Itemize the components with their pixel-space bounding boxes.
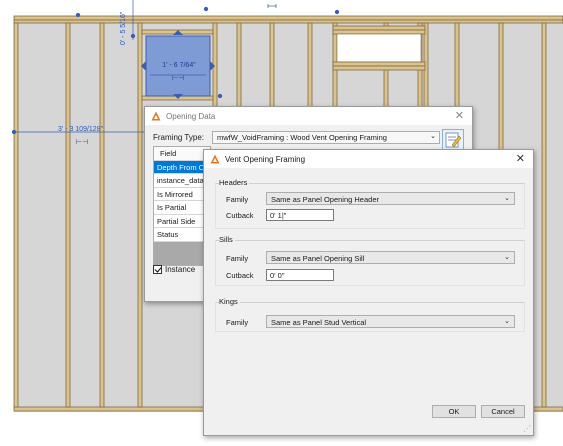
kings-family-label: Family bbox=[226, 318, 249, 327]
instance-checkbox[interactable] bbox=[153, 265, 162, 274]
chevron-down-icon: ⌄ bbox=[430, 133, 436, 140]
framing-type-label: Framing Type: bbox=[153, 133, 204, 142]
sills-family-label: Family bbox=[226, 254, 249, 263]
close-icon[interactable]: ✕ bbox=[455, 109, 464, 122]
close-icon[interactable]: ✕ bbox=[516, 152, 525, 165]
dimension-grip-icon[interactable]: ⊢⊣ bbox=[76, 138, 88, 146]
top-plate-double bbox=[13, 19, 563, 24]
sills-legend: Sills bbox=[219, 235, 235, 244]
grid-row[interactable]: instance_data bbox=[154, 174, 210, 188]
grid-row-selected[interactable]: Depth From Cent bbox=[154, 160, 210, 174]
framing-type-row: Framing Type: mwfW_VoidFraming : Wood Ve… bbox=[153, 131, 440, 144]
kings-legend: Kings bbox=[219, 297, 240, 306]
grid-row[interactable]: Is Partial bbox=[154, 201, 210, 215]
top-plate bbox=[13, 15, 563, 21]
cancel-button[interactable]: Cancel bbox=[481, 405, 525, 418]
opening-grip-icon[interactable]: ⊢⊣ bbox=[172, 74, 184, 82]
instance-label: Instance bbox=[165, 265, 196, 274]
sills-cutback-input[interactable]: 0' 0" bbox=[266, 269, 334, 281]
headers-family-select[interactable]: Same as Panel Opening Header ⌄ bbox=[266, 192, 515, 205]
instance-checkbox-row[interactable]: Instance bbox=[153, 265, 195, 274]
app-logo-icon bbox=[151, 111, 161, 121]
sills-family-value: Same as Panel Opening Sill bbox=[271, 253, 365, 263]
vent-opening-framing-dialog: Vent Opening Framing ✕ Headers Family Sa… bbox=[203, 149, 534, 436]
grid-row[interactable]: Is Mirrored bbox=[154, 188, 210, 201]
framing-type-value: mwfW_VoidFraming : Wood Vent Opening Fra… bbox=[216, 133, 387, 142]
grid-empty-area bbox=[154, 242, 210, 265]
framing-type-select[interactable]: mwfW_VoidFraming : Wood Vent Opening Fra… bbox=[211, 131, 440, 144]
headers-family-value: Same as Panel Opening Header bbox=[271, 194, 379, 204]
headers-family-label: Family bbox=[226, 195, 249, 204]
vent-dialog-titlebar[interactable]: Vent Opening Framing ✕ bbox=[204, 150, 533, 168]
headers-group: Headers bbox=[215, 178, 525, 229]
app-logo-icon bbox=[210, 154, 220, 164]
window-opening bbox=[332, 25, 426, 71]
grid-header: Field bbox=[154, 147, 210, 161]
sills-family-select[interactable]: Same as Panel Opening Sill ⌄ bbox=[266, 251, 515, 264]
opening-data-titlebar[interactable]: Opening Data ✕ bbox=[145, 107, 472, 125]
edit-framing-button[interactable] bbox=[442, 129, 464, 151]
grid-row[interactable]: Status bbox=[154, 228, 210, 242]
edit-pencil-icon bbox=[445, 132, 462, 148]
dimension-vertical-depth[interactable]: 0' - 5 5/16" bbox=[120, 12, 127, 45]
kings-family-value: Same as Panel Stud Vertical bbox=[271, 317, 367, 327]
dimension-left-width[interactable]: 3' - 3 109/128" bbox=[58, 126, 103, 133]
grid-row[interactable]: Partial Side bbox=[154, 215, 210, 228]
resize-grip-icon[interactable]: ⋰ bbox=[523, 424, 531, 433]
chevron-down-icon: ⌄ bbox=[504, 253, 510, 261]
chevron-down-icon: ⌄ bbox=[504, 194, 510, 202]
vent-dialog-title: Vent Opening Framing bbox=[225, 154, 306, 164]
opening-data-title: Opening Data bbox=[166, 111, 216, 121]
kings-family-select[interactable]: Same as Panel Stud Vertical ⌄ bbox=[266, 315, 515, 328]
headers-legend: Headers bbox=[219, 178, 250, 187]
ok-button[interactable]: OK bbox=[432, 405, 476, 418]
dimension-opening-width[interactable]: 1' - 6 7/64" bbox=[150, 62, 208, 69]
sills-cutback-label: Cutback bbox=[226, 271, 254, 280]
headers-cutback-input[interactable]: 0' 1|" bbox=[266, 209, 334, 221]
headers-cutback-label: Cutback bbox=[226, 211, 254, 220]
chevron-down-icon: ⌄ bbox=[504, 317, 510, 325]
